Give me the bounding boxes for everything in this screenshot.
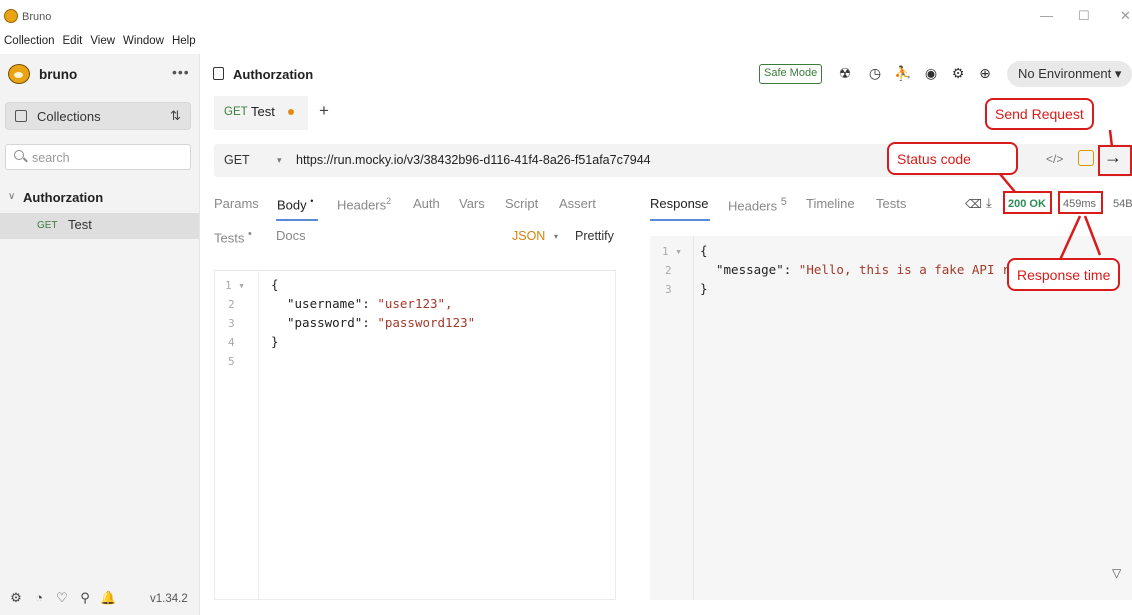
response-time-callout: Response time (1007, 258, 1121, 291)
response-time-highlight (1058, 191, 1103, 214)
send-request-highlight (1098, 145, 1132, 176)
send-request-callout: Send Request (985, 98, 1094, 130)
status-code-callout: Status code (887, 142, 1018, 175)
annotation-connectors (999, 129, 1114, 261)
status-code-highlight (1003, 191, 1052, 214)
